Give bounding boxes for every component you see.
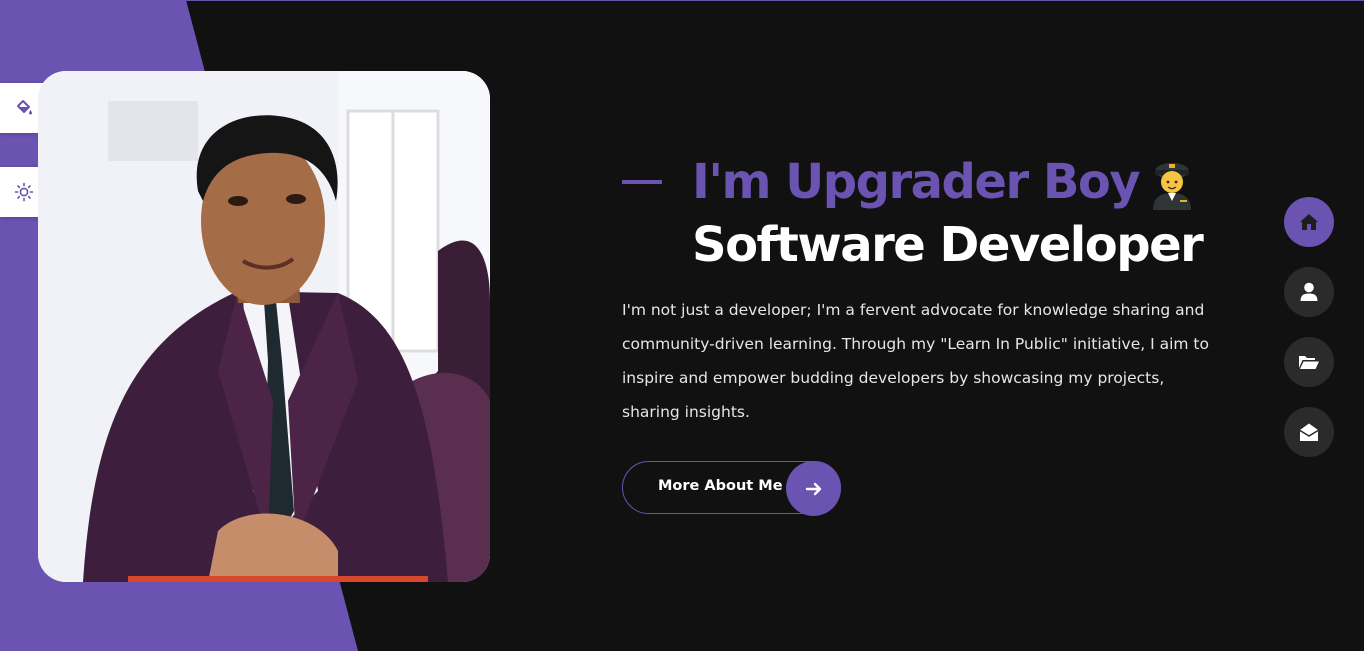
top-border	[0, 0, 1364, 1]
home-icon	[1300, 214, 1318, 230]
nav-home-button[interactable]	[1284, 197, 1334, 247]
more-about-me-button[interactable]: More About Me	[622, 461, 841, 516]
profile-photo	[38, 71, 490, 582]
nav-contact-button[interactable]	[1284, 407, 1334, 457]
nav-about-button[interactable]	[1284, 267, 1334, 317]
paint-bucket-icon	[17, 100, 32, 115]
envelope-open-icon	[1299, 423, 1319, 441]
hero-page: I'm Upgrader Boy Software Developer I'm …	[0, 0, 1364, 651]
folder-open-icon	[1299, 356, 1319, 369]
nav-portfolio-button[interactable]	[1284, 337, 1334, 387]
hero-intro: I'm Upgrader Boy	[692, 154, 1141, 210]
hero-description: I'm not just a developer; I'm a fervent …	[622, 301, 1209, 421]
arrow-right-icon	[786, 461, 841, 516]
pilot-emoji	[1153, 163, 1191, 210]
heading-dash	[622, 180, 662, 184]
hero-role: Software Developer	[692, 217, 1204, 273]
more-about-me-label: More About Me	[658, 478, 783, 494]
sun-icon	[14, 182, 34, 202]
user-icon	[1300, 282, 1318, 301]
